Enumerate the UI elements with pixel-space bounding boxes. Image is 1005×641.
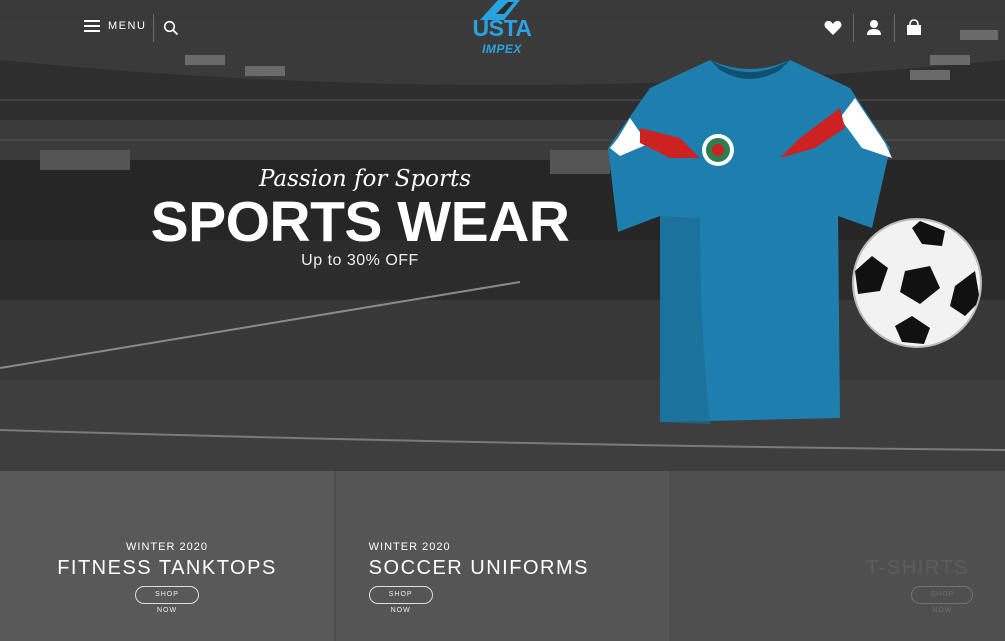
hero-tagline: Passion for Sports — [258, 166, 472, 192]
hero-headline: SPORTS WEAR — [150, 190, 570, 254]
hero-subline: Up to 30% OFF — [301, 252, 419, 269]
hamburger-icon — [84, 20, 100, 32]
tile-season: WINTER 2020 — [368, 541, 451, 553]
shop-now-button[interactable]: SHOP NOW — [911, 586, 974, 614]
heart-icon[interactable] — [823, 18, 843, 38]
user-icon[interactable] — [864, 18, 884, 38]
menu-label: MENU — [108, 20, 147, 32]
logo-text: USTA — [472, 15, 532, 41]
search-icon[interactable] — [163, 20, 179, 36]
tile-season: WINTER 2020 — [126, 541, 208, 553]
logo-subtext: IMPEX — [482, 42, 522, 56]
menu-button[interactable]: MENU — [84, 20, 146, 32]
header-divider — [153, 14, 154, 42]
tile-title: T-SHIRTS — [866, 557, 970, 579]
category-tile-fitness-tanktops[interactable]: WINTER 2020 FITNESS TANKTOPS SHOP NOW — [0, 471, 336, 641]
shop-now-button[interactable]: SHOP NOW — [135, 586, 199, 614]
cart-icon[interactable] — [904, 18, 924, 38]
tile-title: FITNESS TANKTOPS — [57, 557, 277, 579]
hero-banner: MENU USTA IMPEX Passion for Sports SPORT… — [0, 0, 1005, 471]
brand-logo[interactable]: USTA IMPEX — [470, 0, 534, 60]
category-tile-soccer-uniforms[interactable]: WINTER 2020 SOCCER UNIFORMS SHOP NOW — [335, 471, 672, 641]
header-divider — [894, 14, 895, 42]
soccer-ball-image — [852, 218, 982, 348]
category-tiles: WINTER 2020 FITNESS TANKTOPS SHOP NOW WI… — [0, 471, 1005, 641]
category-tile-t-shirts[interactable]: T-SHIRTS SHOP NOW — [671, 471, 1005, 641]
shop-now-button[interactable]: SHOP NOW — [368, 586, 433, 614]
tile-title: SOCCER UNIFORMS — [368, 557, 589, 579]
header-divider — [853, 14, 854, 42]
